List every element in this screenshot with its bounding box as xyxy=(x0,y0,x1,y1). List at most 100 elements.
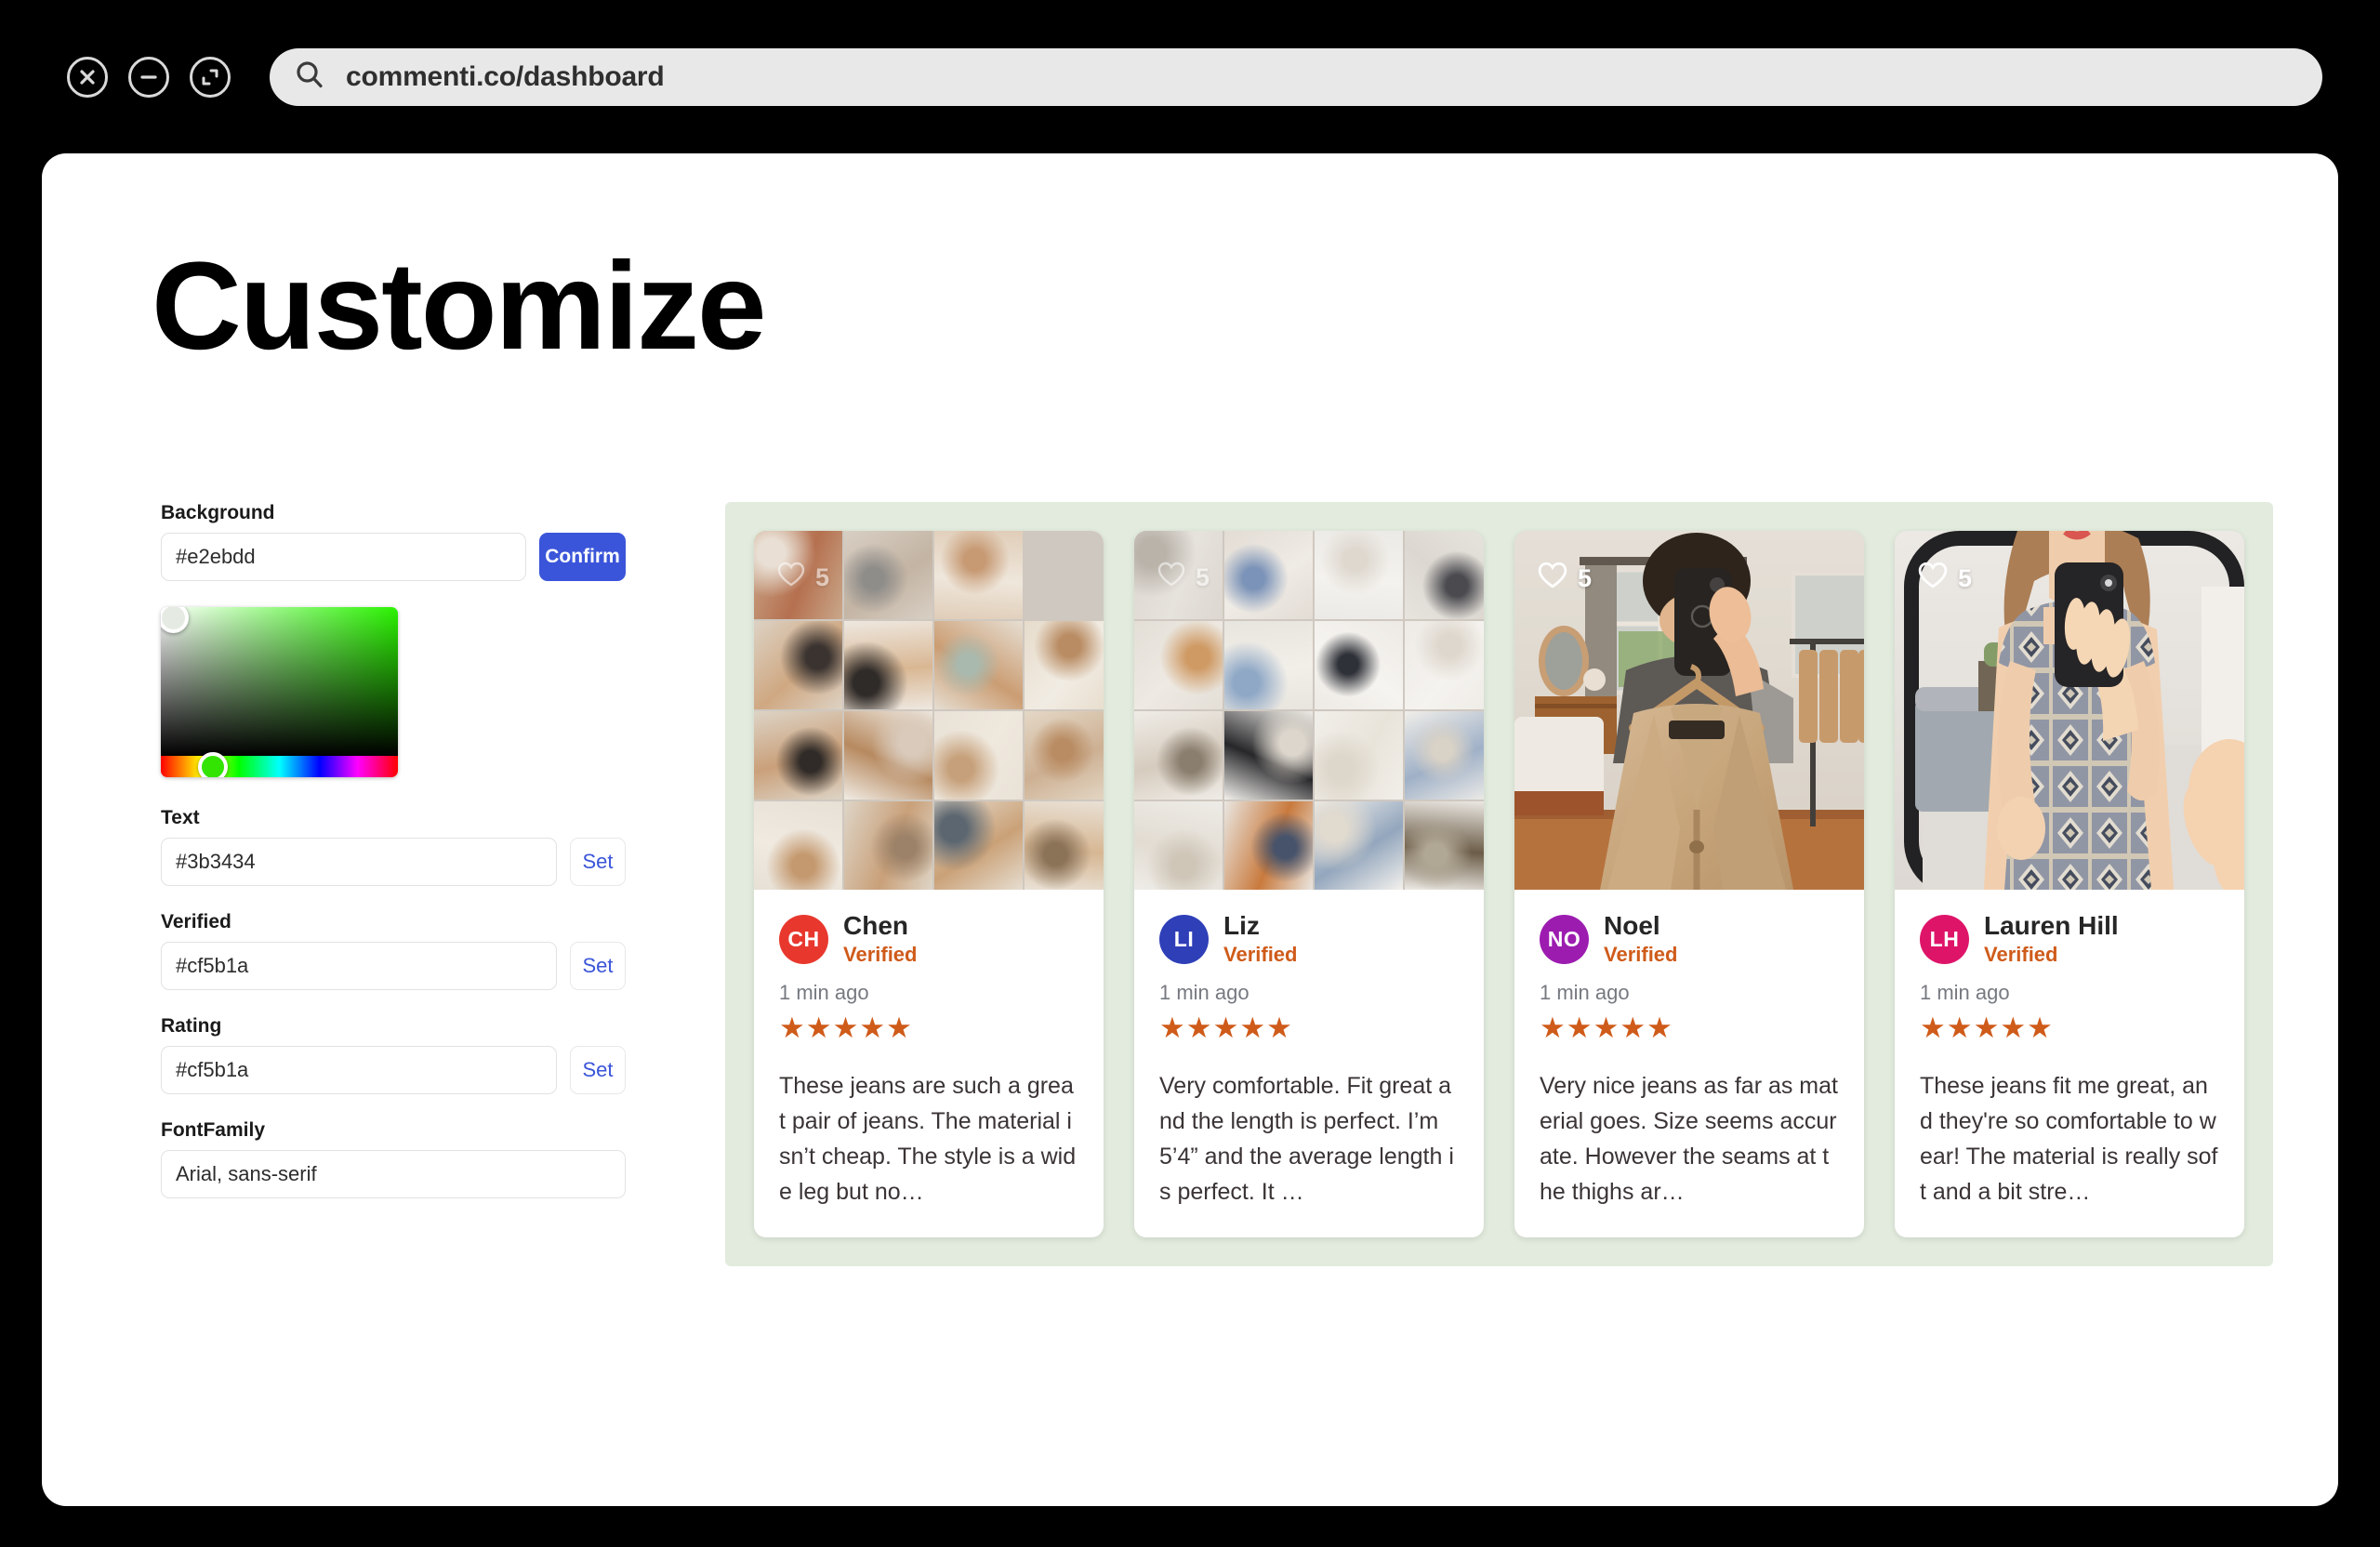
maximize-button[interactable] xyxy=(190,56,231,98)
hue-slider[interactable] xyxy=(161,751,398,777)
collage-tile xyxy=(1025,531,1104,619)
collage-tile xyxy=(934,711,1023,800)
set-text-button[interactable]: Set xyxy=(570,838,626,886)
star-rating: ★★★★★ xyxy=(1540,1012,1673,1045)
reviews-widget-preview: 5 CH Chen Verified 1 min ago ★★★★★ These… xyxy=(725,502,2273,1267)
like-count: 5 xyxy=(1578,563,1593,592)
rating-field-row: #cf5b1a Set xyxy=(161,1046,626,1094)
customize-controls-panel: Background #e2ebdd Confirm Text #3b3434 … xyxy=(161,502,626,1198)
review-media[interactable]: 5 xyxy=(1134,531,1484,890)
review-timestamp: 1 min ago xyxy=(1540,981,1630,1005)
verified-color-input[interactable]: #cf5b1a xyxy=(161,942,557,990)
review-text: Very comfortable. Fit great and the leng… xyxy=(1159,1073,1454,1206)
verified-field-row: #cf5b1a Set xyxy=(161,942,626,990)
address-bar[interactable]: commenti.co/dashboard xyxy=(270,47,2322,106)
review-header: CH Chen Verified xyxy=(779,911,1078,967)
collage-tile xyxy=(1405,801,1484,890)
review-text: These jeans fit me great, and they're so… xyxy=(1920,1073,2218,1206)
collage-tile xyxy=(1315,531,1403,619)
page-title: Customize xyxy=(152,237,767,376)
set-verified-button[interactable]: Set xyxy=(570,942,626,990)
reviewer-name: Lauren Hill xyxy=(1984,911,2119,940)
collage-tile xyxy=(1134,711,1223,800)
fontfamily-input[interactable]: Arial, sans-serif xyxy=(161,1150,626,1198)
review-header: LH Lauren Hill Verified xyxy=(1920,911,2219,967)
heart-outline-icon xyxy=(1538,562,1567,595)
collage-tile xyxy=(1025,621,1104,709)
review-card[interactable]: 5 LI Liz Verified 1 min ago ★★★★★ Very c… xyxy=(1134,531,1484,1238)
like-count: 5 xyxy=(1196,562,1210,591)
minimize-button[interactable] xyxy=(128,56,169,98)
collage-tile xyxy=(1224,531,1313,619)
review-timestamp: 1 min ago xyxy=(779,981,869,1005)
collage-tile xyxy=(1025,711,1104,800)
collage-tile xyxy=(844,531,932,619)
verified-label: Verified xyxy=(161,911,231,932)
like-count: 5 xyxy=(815,562,830,591)
collage-tile xyxy=(1315,711,1403,800)
collage-tile xyxy=(1025,801,1104,890)
collage-tile xyxy=(1224,711,1313,800)
text-label: Text xyxy=(161,807,200,828)
close-icon xyxy=(78,68,97,86)
collage-tile xyxy=(754,621,842,709)
review-card[interactable]: 5 xyxy=(1895,531,2244,1238)
avatar: CH xyxy=(779,915,828,965)
text-field-row: #3b3434 Set xyxy=(161,838,626,886)
collage-tile xyxy=(1224,801,1313,890)
collage-tile xyxy=(1405,531,1484,619)
confirm-button[interactable]: Confirm xyxy=(539,533,626,581)
collage-tile xyxy=(844,801,932,890)
hue-handle[interactable] xyxy=(198,751,228,777)
maximize-icon xyxy=(200,67,220,87)
review-card[interactable]: 5 xyxy=(1514,531,1864,1238)
minimize-icon xyxy=(139,68,159,86)
reviewer-name: Chen xyxy=(843,911,908,940)
avatar: LI xyxy=(1159,915,1209,965)
collage-tile xyxy=(754,711,842,800)
fontfamily-label: FontFamily xyxy=(161,1119,266,1141)
collage-tile xyxy=(844,711,932,800)
rating-label: Rating xyxy=(161,1015,222,1037)
review-body: NO Noel Verified 1 min ago ★★★★★ Very ni… xyxy=(1514,890,1864,1237)
review-timestamp: 1 min ago xyxy=(1159,981,1250,1005)
like-badge: 5 xyxy=(1157,562,1210,593)
collage-tile xyxy=(934,531,1023,619)
collage-tile xyxy=(1134,801,1223,890)
like-badge: 5 xyxy=(1918,562,1972,595)
heart-outline-icon xyxy=(1157,562,1185,593)
review-body: LH Lauren Hill Verified 1 min ago ★★★★★ … xyxy=(1895,890,2244,1237)
collage-tile xyxy=(934,621,1023,709)
reviewer-name: Liz xyxy=(1223,911,1260,940)
saturation-value-area[interactable] xyxy=(161,607,398,756)
color-picker[interactable] xyxy=(161,607,398,777)
review-media[interactable]: 5 xyxy=(754,531,1104,890)
review-media[interactable]: 5 xyxy=(1895,531,2244,890)
collage-tile xyxy=(1315,801,1403,890)
like-count: 5 xyxy=(1958,563,1973,592)
heart-outline-icon xyxy=(1918,562,1948,595)
review-text: These jeans are such a great pair of jea… xyxy=(779,1073,1077,1206)
verified-badge: Verified xyxy=(843,943,918,967)
collage-tile xyxy=(1315,621,1403,709)
close-button[interactable] xyxy=(67,56,108,98)
search-icon xyxy=(294,59,325,95)
saturation-handle[interactable] xyxy=(161,607,189,633)
window-controls xyxy=(67,56,231,98)
verified-badge: Verified xyxy=(1604,943,1678,967)
text-color-input[interactable]: #3b3434 xyxy=(161,838,557,886)
star-rating: ★★★★★ xyxy=(1920,1012,2054,1045)
review-media[interactable]: 5 xyxy=(1514,531,1864,890)
fontfamily-field-row: Arial, sans-serif xyxy=(161,1150,626,1198)
background-label: Background xyxy=(161,502,275,523)
review-card[interactable]: 5 CH Chen Verified 1 min ago ★★★★★ These… xyxy=(754,531,1104,1238)
like-badge: 5 xyxy=(1538,562,1592,595)
background-color-input[interactable]: #e2ebdd xyxy=(161,533,526,581)
address-bar-text: commenti.co/dashboard xyxy=(346,60,665,92)
avatar: NO xyxy=(1540,915,1589,965)
set-rating-button[interactable]: Set xyxy=(570,1046,626,1094)
review-timestamp: 1 min ago xyxy=(1920,981,2010,1005)
collage-tile xyxy=(1405,621,1484,709)
page-content: Customize Background #e2ebdd Confirm Tex… xyxy=(42,153,2338,1506)
rating-color-input[interactable]: #cf5b1a xyxy=(161,1046,557,1094)
